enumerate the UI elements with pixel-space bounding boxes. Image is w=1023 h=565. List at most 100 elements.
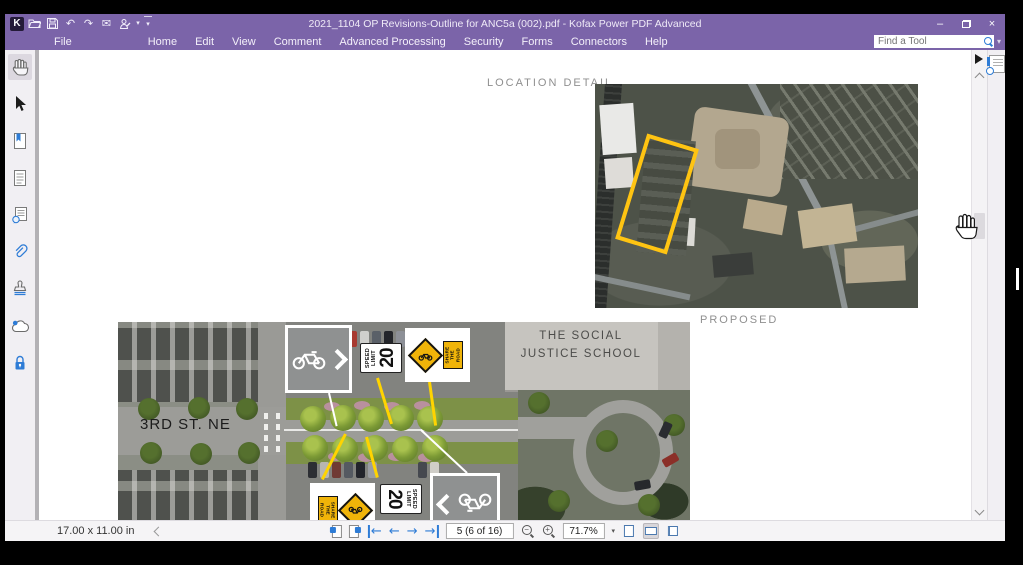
hand-cursor: [953, 212, 979, 247]
next-page-button[interactable]: →: [407, 525, 418, 538]
car: [308, 462, 317, 478]
menu-comment[interactable]: Comment: [265, 36, 331, 48]
menu-forms[interactable]: Forms: [513, 36, 562, 48]
school-name-line1: THE SOCIAL: [516, 328, 646, 345]
menu-file[interactable]: File: [45, 36, 81, 48]
first-page-button[interactable]: ←: [368, 525, 382, 538]
signature-icon[interactable]: [117, 16, 132, 31]
hand-tool-button[interactable]: [8, 54, 32, 80]
bookmarks-panel-button[interactable]: [8, 128, 32, 154]
paperclip-icon: [11, 243, 29, 261]
find-a-tool-input[interactable]: [874, 35, 982, 48]
menu-edit[interactable]: Edit: [186, 36, 223, 48]
right-panel-bar: [987, 50, 1005, 520]
speed-limit-sign: SPEED LIMIT 20: [360, 343, 402, 373]
tree: [190, 443, 212, 465]
restore-icon: [962, 20, 971, 28]
attachments-panel-button[interactable]: [8, 239, 32, 265]
proposed-plan-image: THE SOCIAL JUSTICE SCHOOL 3RD ST. NE: [118, 322, 690, 520]
save-icon[interactable]: [45, 16, 60, 31]
sharrow-marking-callout: [285, 325, 352, 393]
street-name-label: 3RD ST. NE: [140, 416, 231, 433]
tree: [236, 398, 258, 420]
security-panel-button[interactable]: [8, 350, 32, 376]
menu-view[interactable]: View: [223, 36, 265, 48]
email-icon[interactable]: ✉: [99, 16, 114, 31]
menu-bar: File Home Edit View Comment Advanced Pro…: [5, 33, 1005, 50]
quick-access-toolbar: K ↶ ↷ ✉ ▾ ▾: [5, 16, 152, 32]
redo-icon[interactable]: ↷: [81, 16, 96, 31]
comment-document-icon: [11, 206, 29, 224]
title-bar: K ↶ ↷ ✉ ▾ ▾ 2021_1104 OP Revisions-Outli…: [5, 14, 1005, 33]
rowhouses: [118, 470, 258, 520]
menu-home[interactable]: Home: [139, 36, 186, 48]
menu-security[interactable]: Security: [455, 36, 513, 48]
facing-pages-view-button[interactable]: [666, 524, 680, 538]
zoom-dropdown-caret[interactable]: ▾: [612, 527, 616, 535]
open-file-icon[interactable]: [27, 16, 42, 31]
vertical-scrollbar[interactable]: [971, 50, 987, 520]
single-page-view-button[interactable]: [622, 524, 636, 538]
left-toolbar: [5, 50, 35, 520]
speed-limit-sign: SPEED LIMIT 20: [380, 484, 422, 514]
menu-connectors[interactable]: Connectors: [562, 36, 636, 48]
hscroll-left-arrow[interactable]: [154, 527, 164, 537]
minimize-button[interactable]: –: [927, 14, 953, 33]
restore-button[interactable]: [953, 14, 979, 33]
panel-expand-icon[interactable]: [975, 54, 983, 64]
document-icon: [12, 169, 28, 187]
residential-area: [780, 84, 918, 179]
search-icon[interactable]: [982, 35, 994, 48]
bike-marking-icon: [292, 347, 326, 371]
building: [798, 203, 858, 248]
tree: [528, 392, 550, 414]
customize-toolbar-caret[interactable]: ▾: [144, 16, 152, 32]
stamp-icon: [11, 280, 29, 298]
tree: [140, 442, 162, 464]
tree: [358, 406, 384, 432]
next-view-button[interactable]: [349, 525, 361, 538]
find-tool-caret-icon[interactable]: ▾: [997, 37, 1001, 46]
tree: [388, 405, 414, 431]
pages-panel-button[interactable]: [8, 165, 32, 191]
scroll-up-arrow[interactable]: [975, 73, 985, 83]
building: [844, 245, 906, 283]
kofax-logo-icon[interactable]: K: [10, 17, 24, 31]
signature-dropdown-caret[interactable]: ▾: [135, 16, 141, 31]
last-page-button[interactable]: →: [425, 525, 439, 538]
search-panel-icon[interactable]: [989, 55, 1005, 73]
continuous-view-button[interactable]: [643, 523, 659, 539]
undo-icon[interactable]: ↶: [63, 16, 78, 31]
zoom-level-field[interactable]: [563, 523, 605, 539]
car: [332, 462, 341, 478]
status-bar: 17.00 x 11.00 in ← ← → → − + ▾: [5, 520, 1005, 541]
school-building-annex: [658, 322, 690, 390]
share-the-road-sign-callout: SHARE THE ROAD: [405, 328, 470, 382]
building: [743, 199, 788, 235]
close-button[interactable]: ×: [979, 14, 1005, 33]
zoom-out-button[interactable]: −: [521, 524, 535, 538]
cursor-arrow-icon: [12, 95, 28, 113]
share-the-road-sign-callout: SHARE THE ROAD: [310, 483, 375, 520]
tree: [300, 406, 326, 432]
scroll-down-arrow[interactable]: [975, 506, 985, 516]
zoom-in-button[interactable]: +: [542, 524, 556, 538]
tree: [548, 490, 570, 512]
menu-help[interactable]: Help: [636, 36, 677, 48]
proposed-label: PROPOSED: [700, 314, 778, 326]
document-canvas[interactable]: LOCATION DETAIL: [39, 50, 971, 520]
cloud-panel-button[interactable]: [8, 313, 32, 339]
previous-page-button[interactable]: ←: [389, 525, 400, 538]
menu-advanced-processing[interactable]: Advanced Processing: [330, 36, 454, 48]
page-number-field[interactable]: [446, 523, 514, 539]
find-a-tool: ▾: [874, 35, 1001, 48]
page-size-indicator: 17.00 x 11.00 in: [57, 525, 134, 537]
tree: [238, 442, 260, 464]
school-name-line2: JUSTICE SCHOOL: [506, 346, 656, 363]
crosswalk: [264, 410, 268, 452]
select-tool-button[interactable]: [8, 91, 32, 117]
stamps-panel-button[interactable]: [8, 276, 32, 302]
rowhouses: [118, 322, 258, 402]
comments-panel-button[interactable]: [8, 202, 32, 228]
previous-view-button[interactable]: [330, 525, 342, 538]
